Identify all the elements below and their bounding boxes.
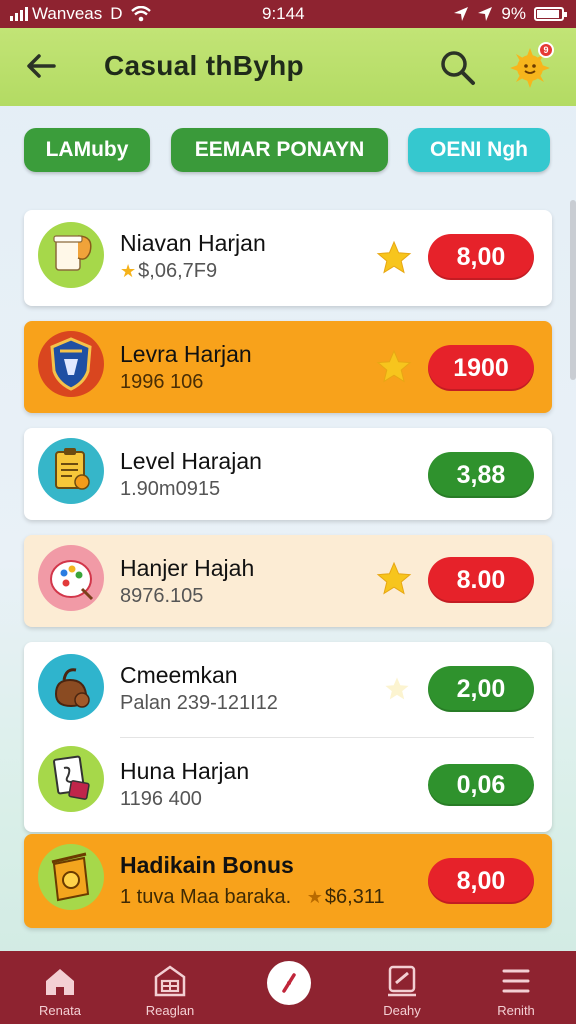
value-pill[interactable]: 8,00 — [428, 234, 534, 280]
document-icon — [38, 746, 104, 812]
item-subtitle: 8976.105 — [120, 585, 204, 607]
list-card[interactable]: Niavan Harjan ★ $,06,7F9 8,00 — [24, 210, 552, 306]
item-name: Hadikain Bonus — [120, 852, 294, 878]
nav-label: Reaglan — [145, 1003, 195, 1018]
filter-chips: LAMuby EEMAR PONAYN OENI Ngh — [0, 128, 576, 174]
carrier-name: Wanveas — [32, 4, 103, 23]
item-name: Niavan Harjan — [120, 230, 266, 256]
list-card[interactable]: Level Harajan 1.90m0915 3,88 — [24, 428, 552, 520]
star-icon[interactable] — [376, 561, 412, 597]
arrow-left-icon[interactable] — [22, 46, 62, 86]
nav-label: Renith — [497, 1003, 535, 1018]
list-item[interactable]: Niavan Harjan ★ $,06,7F9 8,00 — [24, 210, 552, 306]
carrier-suffix: D — [110, 4, 123, 23]
wifi-icon — [130, 6, 151, 22]
value-pill[interactable]: 8.00 — [428, 557, 534, 603]
item-subtitle: 1 tuva Maa baraka. ★ $6,311 — [120, 886, 385, 909]
list-item[interactable]: Levra Harjan 1996 106 1900 — [24, 321, 552, 417]
list-card[interactable]: Hanjer Hajah 8976.105 8.00 — [24, 535, 552, 627]
status-bar: Wanveas D 9:144 9% — [0, 0, 576, 28]
value-pill[interactable]: 1900 — [428, 345, 534, 391]
location-arrow-icon — [454, 7, 469, 21]
menu-icon — [502, 969, 530, 993]
battery-percent: 9% — [501, 4, 526, 23]
clipboard-icon — [38, 438, 104, 504]
nav-store[interactable]: Reaglan — [120, 951, 220, 1024]
bottom-nav: Renata Reaglan Deahy Renith — [0, 951, 576, 1024]
list-item[interactable]: Huna Harjan 1196 400 0,06 — [24, 738, 552, 834]
nav-label: Deahy — [383, 1003, 421, 1018]
star-icon-faint[interactable] — [384, 676, 410, 702]
item-subtitle: ★ $,06,7F9 — [120, 260, 217, 283]
list-item[interactable]: Level Harajan 1.90m0915 3,88 — [24, 428, 552, 524]
location-arrow-icon-2 — [478, 7, 493, 21]
filter-chip-eemar[interactable]: EEMAR PONAYN — [171, 128, 388, 172]
item-subtitle-text: 1 tuva Maa baraka. — [120, 886, 292, 908]
filter-chip-oeni[interactable]: OENI Ngh — [408, 128, 550, 172]
palette-icon — [38, 545, 104, 611]
compass-icon[interactable] — [267, 961, 311, 1005]
notification-badge: 9 — [538, 42, 554, 58]
mini-star-icon: ★ — [306, 887, 323, 907]
edit-icon — [388, 965, 416, 997]
item-name: Levra Harjan — [120, 341, 252, 367]
item-name: Level Harajan — [120, 448, 262, 474]
list-item[interactable]: Cmeemkan Palan 239-121I12 2,00 — [24, 642, 552, 738]
nav-label: Renata — [39, 1003, 81, 1018]
value-pill[interactable]: 8,00 — [428, 858, 534, 904]
bonus-card[interactable]: Hadikain Bonus 1 tuva Maa baraka. ★ $6,31… — [24, 834, 552, 928]
value-pill[interactable]: 2,00 — [428, 666, 534, 712]
signal-icon — [10, 7, 28, 21]
item-name: Cmeemkan — [120, 662, 238, 688]
bag-icon — [38, 654, 104, 720]
battery-fill — [537, 10, 559, 18]
item-subtitle: 1.90m0915 — [120, 478, 221, 500]
item-subtitle: Palan 239-121I12 — [120, 692, 278, 714]
star-icon[interactable] — [376, 240, 412, 276]
list-card[interactable]: Levra Harjan 1996 106 1900 — [24, 321, 552, 413]
bonus-amount: $6,311 — [324, 886, 385, 908]
nav-home[interactable]: Renata — [10, 951, 110, 1024]
page-title: Casual thByhp — [104, 50, 304, 81]
nav-edit[interactable]: Deahy — [352, 951, 452, 1024]
sun-avatar-icon[interactable]: 9 — [508, 42, 554, 88]
search-icon[interactable] — [438, 48, 478, 88]
star-icon[interactable] — [376, 349, 412, 385]
battery-icon — [534, 7, 567, 21]
list-item[interactable]: Hanjer Hajah 8976.105 8.00 — [24, 535, 552, 631]
filter-chip-lamuby[interactable]: LAMuby — [24, 128, 150, 172]
value-pill[interactable]: 0,06 — [428, 764, 534, 806]
scrollbar[interactable] — [570, 200, 576, 380]
shield-icon — [38, 331, 104, 397]
mini-star-icon: ★ — [120, 261, 137, 281]
value-pill[interactable]: 3,88 — [428, 452, 534, 498]
app-header: Casual thByhp 9 — [0, 28, 576, 106]
list-item[interactable]: Hadikain Bonus 1 tuva Maa baraka. ★ $6,31… — [24, 834, 552, 930]
item-name: Huna Harjan — [120, 758, 250, 784]
item-subtitle: 1196 400 — [120, 788, 202, 810]
clock: 9:144 — [262, 4, 305, 23]
store-icon — [154, 965, 186, 997]
nav-menu[interactable]: Renith — [466, 951, 566, 1024]
cup-icon — [38, 222, 104, 288]
home-icon — [46, 969, 74, 995]
gift-icon — [38, 844, 104, 910]
list-card[interactable]: Cmeemkan Palan 239-121I12 2,00 Huna Harj… — [24, 642, 552, 832]
item-subtitle-text: $,06,7F9 — [138, 260, 218, 282]
item-subtitle: 1996 106 — [120, 371, 204, 393]
item-name: Hanjer Hajah — [120, 555, 255, 581]
